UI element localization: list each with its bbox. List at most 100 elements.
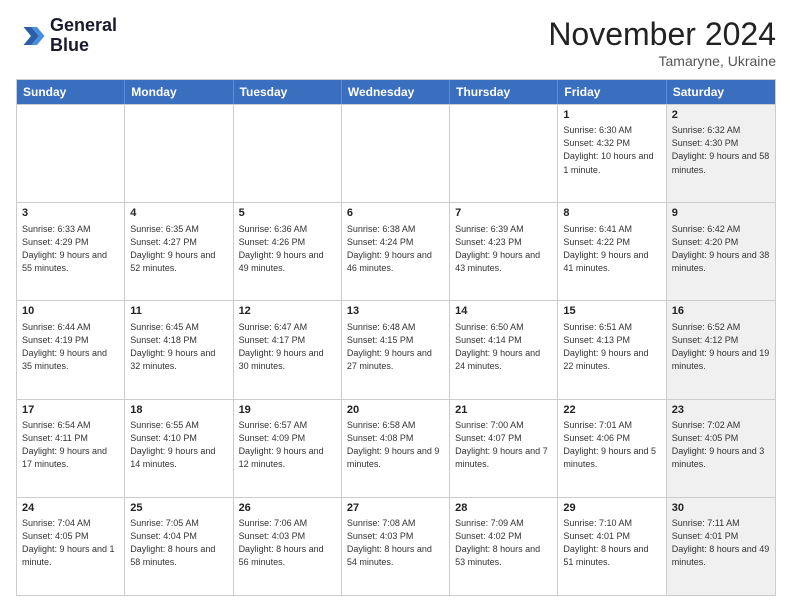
calendar-header: SundayMondayTuesdayWednesdayThursdayFrid… — [17, 80, 775, 104]
calendar-cell-r3c0: 17Sunrise: 6:54 AM Sunset: 4:11 PM Dayli… — [17, 400, 125, 497]
day-number: 20 — [347, 403, 444, 418]
logo-icon — [16, 21, 46, 51]
calendar-cell-r2c3: 13Sunrise: 6:48 AM Sunset: 4:15 PM Dayli… — [342, 301, 450, 398]
day-number: 25 — [130, 501, 227, 516]
month-title: November 2024 — [548, 16, 776, 53]
calendar-cell-r4c0: 24Sunrise: 7:04 AM Sunset: 4:05 PM Dayli… — [17, 498, 125, 595]
day-number: 12 — [239, 304, 336, 319]
day-number: 27 — [347, 501, 444, 516]
calendar-cell-r0c0 — [17, 105, 125, 202]
calendar-cell-r1c5: 8Sunrise: 6:41 AM Sunset: 4:22 PM Daylig… — [558, 203, 666, 300]
day-number: 10 — [22, 304, 119, 319]
header-cell-sunday: Sunday — [17, 80, 125, 104]
calendar-cell-r4c6: 30Sunrise: 7:11 AM Sunset: 4:01 PM Dayli… — [667, 498, 775, 595]
day-info: Sunrise: 6:48 AM Sunset: 4:15 PM Dayligh… — [347, 321, 444, 373]
header-cell-tuesday: Tuesday — [234, 80, 342, 104]
calendar-cell-r2c4: 14 Sunrise: 6:50 AM Sunset: 4:14 PM Dayli… — [450, 301, 558, 398]
subtitle: Tamaryne, Ukraine — [548, 53, 776, 69]
day-number: 3 — [22, 206, 119, 221]
day-number: 17 — [22, 403, 119, 418]
day-info: Sunrise: 6:42 AM Sunset: 4:20 PM Dayligh… — [672, 223, 770, 275]
calendar-cell-r1c1: 4Sunrise: 6:35 AM Sunset: 4:27 PM Daylig… — [125, 203, 233, 300]
calendar-cell-r3c3: 20Sunrise: 6:58 AM Sunset: 4:08 PM Dayli… — [342, 400, 450, 497]
header-cell-wednesday: Wednesday — [342, 80, 450, 104]
day-number: 5 — [239, 206, 336, 221]
calendar-cell-r1c0: 3 Sunrise: 6:33 AM Sunset: 4:29 PM Daylig… — [17, 203, 125, 300]
calendar-cell-r0c4 — [450, 105, 558, 202]
day-info: Sunrise: 7:04 AM Sunset: 4:05 PM Dayligh… — [22, 517, 119, 569]
day-number: 16 — [672, 304, 770, 319]
day-number: 30 — [672, 501, 770, 516]
calendar-cell-r0c1 — [125, 105, 233, 202]
calendar-cell-r4c5: 29Sunrise: 7:10 AM Sunset: 4:01 PM Dayli… — [558, 498, 666, 595]
day-number: 29 — [563, 501, 660, 516]
day-info: Sunrise: 6:35 AM Sunset: 4:27 PM Dayligh… — [130, 223, 227, 275]
day-info: Sunrise: 7:00 AM Sunset: 4:07 PM Dayligh… — [455, 419, 552, 471]
header-cell-monday: Monday — [125, 80, 233, 104]
logo-text-general: General — [50, 16, 117, 36]
calendar-cell-r1c2: 5 Sunrise: 6:36 AM Sunset: 4:26 PM Daylig… — [234, 203, 342, 300]
day-info: Sunrise: 6:55 AM Sunset: 4:10 PM Dayligh… — [130, 419, 227, 471]
day-info: Sunrise: 6:52 AM Sunset: 4:12 PM Dayligh… — [672, 321, 770, 373]
calendar-cell-r4c1: 25Sunrise: 7:05 AM Sunset: 4:04 PM Dayli… — [125, 498, 233, 595]
day-info: Sunrise: 7:01 AM Sunset: 4:06 PM Dayligh… — [563, 419, 660, 471]
day-info: Sunrise: 6:47 AM Sunset: 4:17 PM Dayligh… — [239, 321, 336, 373]
day-info: Sunrise: 7:05 AM Sunset: 4:04 PM Dayligh… — [130, 517, 227, 569]
calendar-row-4: 24Sunrise: 7:04 AM Sunset: 4:05 PM Dayli… — [17, 497, 775, 595]
calendar-cell-r2c5: 15Sunrise: 6:51 AM Sunset: 4:13 PM Dayli… — [558, 301, 666, 398]
calendar-row-3: 17Sunrise: 6:54 AM Sunset: 4:11 PM Dayli… — [17, 399, 775, 497]
header-cell-thursday: Thursday — [450, 80, 558, 104]
calendar-cell-r0c5: 1Sunrise: 6:30 AM Sunset: 4:32 PM Daylig… — [558, 105, 666, 202]
day-number: 2 — [672, 108, 770, 123]
day-info: Sunrise: 7:11 AM Sunset: 4:01 PM Dayligh… — [672, 517, 770, 569]
day-info: Sunrise: 7:02 AM Sunset: 4:05 PM Dayligh… — [672, 419, 770, 471]
day-info: Sunrise: 7:10 AM Sunset: 4:01 PM Dayligh… — [563, 517, 660, 569]
calendar-cell-r4c2: 26Sunrise: 7:06 AM Sunset: 4:03 PM Dayli… — [234, 498, 342, 595]
day-number: 24 — [22, 501, 119, 516]
day-info: Sunrise: 6:50 AM Sunset: 4:14 PM Dayligh… — [455, 321, 552, 373]
calendar-row-1: 3 Sunrise: 6:33 AM Sunset: 4:29 PM Daylig… — [17, 202, 775, 300]
calendar-cell-r2c0: 10 Sunrise: 6:44 AM Sunset: 4:19 PM Dayli… — [17, 301, 125, 398]
calendar-row-0: 1Sunrise: 6:30 AM Sunset: 4:32 PM Daylig… — [17, 104, 775, 202]
day-info: Sunrise: 7:06 AM Sunset: 4:03 PM Dayligh… — [239, 517, 336, 569]
calendar-cell-r4c3: 27Sunrise: 7:08 AM Sunset: 4:03 PM Dayli… — [342, 498, 450, 595]
day-number: 23 — [672, 403, 770, 418]
day-info: Sunrise: 7:09 AM Sunset: 4:02 PM Dayligh… — [455, 517, 552, 569]
day-info: Sunrise: 6:45 AM Sunset: 4:18 PM Dayligh… — [130, 321, 227, 373]
day-info: Sunrise: 6:36 AM Sunset: 4:26 PM Dayligh… — [239, 223, 336, 275]
day-number: 21 — [455, 403, 552, 418]
calendar-cell-r1c3: 6Sunrise: 6:38 AM Sunset: 4:24 PM Daylig… — [342, 203, 450, 300]
page: General Blue November 2024 Tamaryne, Ukr… — [0, 0, 792, 612]
header-cell-friday: Friday — [558, 80, 666, 104]
header-cell-saturday: Saturday — [667, 80, 775, 104]
calendar-cell-r2c2: 12 Sunrise: 6:47 AM Sunset: 4:17 PM Dayli… — [234, 301, 342, 398]
day-number: 26 — [239, 501, 336, 516]
day-info: Sunrise: 6:32 AM Sunset: 4:30 PM Dayligh… — [672, 124, 770, 176]
day-info: Sunrise: 6:54 AM Sunset: 4:11 PM Dayligh… — [22, 419, 119, 471]
calendar-cell-r0c2 — [234, 105, 342, 202]
calendar-cell-r1c4: 7Sunrise: 6:39 AM Sunset: 4:23 PM Daylig… — [450, 203, 558, 300]
calendar-cell-r1c6: 9 Sunrise: 6:42 AM Sunset: 4:20 PM Daylig… — [667, 203, 775, 300]
calendar-cell-r0c6: 2Sunrise: 6:32 AM Sunset: 4:30 PM Daylig… — [667, 105, 775, 202]
header: General Blue November 2024 Tamaryne, Ukr… — [16, 16, 776, 69]
day-number: 14 — [455, 304, 552, 319]
day-info: Sunrise: 7:08 AM Sunset: 4:03 PM Dayligh… — [347, 517, 444, 569]
day-info: Sunrise: 6:33 AM Sunset: 4:29 PM Dayligh… — [22, 223, 119, 275]
calendar-cell-r3c5: 22Sunrise: 7:01 AM Sunset: 4:06 PM Dayli… — [558, 400, 666, 497]
calendar-cell-r3c4: 21Sunrise: 7:00 AM Sunset: 4:07 PM Dayli… — [450, 400, 558, 497]
calendar-cell-r2c1: 11 Sunrise: 6:45 AM Sunset: 4:18 PM Dayli… — [125, 301, 233, 398]
day-number: 22 — [563, 403, 660, 418]
calendar-cell-r3c1: 18Sunrise: 6:55 AM Sunset: 4:10 PM Dayli… — [125, 400, 233, 497]
logo-text-blue: Blue — [50, 36, 117, 56]
day-info: Sunrise: 6:58 AM Sunset: 4:08 PM Dayligh… — [347, 419, 444, 471]
day-number: 15 — [563, 304, 660, 319]
calendar-cell-r3c6: 23Sunrise: 7:02 AM Sunset: 4:05 PM Dayli… — [667, 400, 775, 497]
calendar-cell-r4c4: 28Sunrise: 7:09 AM Sunset: 4:02 PM Dayli… — [450, 498, 558, 595]
calendar-cell-r0c3 — [342, 105, 450, 202]
day-number: 9 — [672, 206, 770, 221]
title-block: November 2024 Tamaryne, Ukraine — [548, 16, 776, 69]
calendar: SundayMondayTuesdayWednesdayThursdayFrid… — [16, 79, 776, 596]
day-info: Sunrise: 6:39 AM Sunset: 4:23 PM Dayligh… — [455, 223, 552, 275]
day-number: 11 — [130, 304, 227, 319]
day-info: Sunrise: 6:44 AM Sunset: 4:19 PM Dayligh… — [22, 321, 119, 373]
